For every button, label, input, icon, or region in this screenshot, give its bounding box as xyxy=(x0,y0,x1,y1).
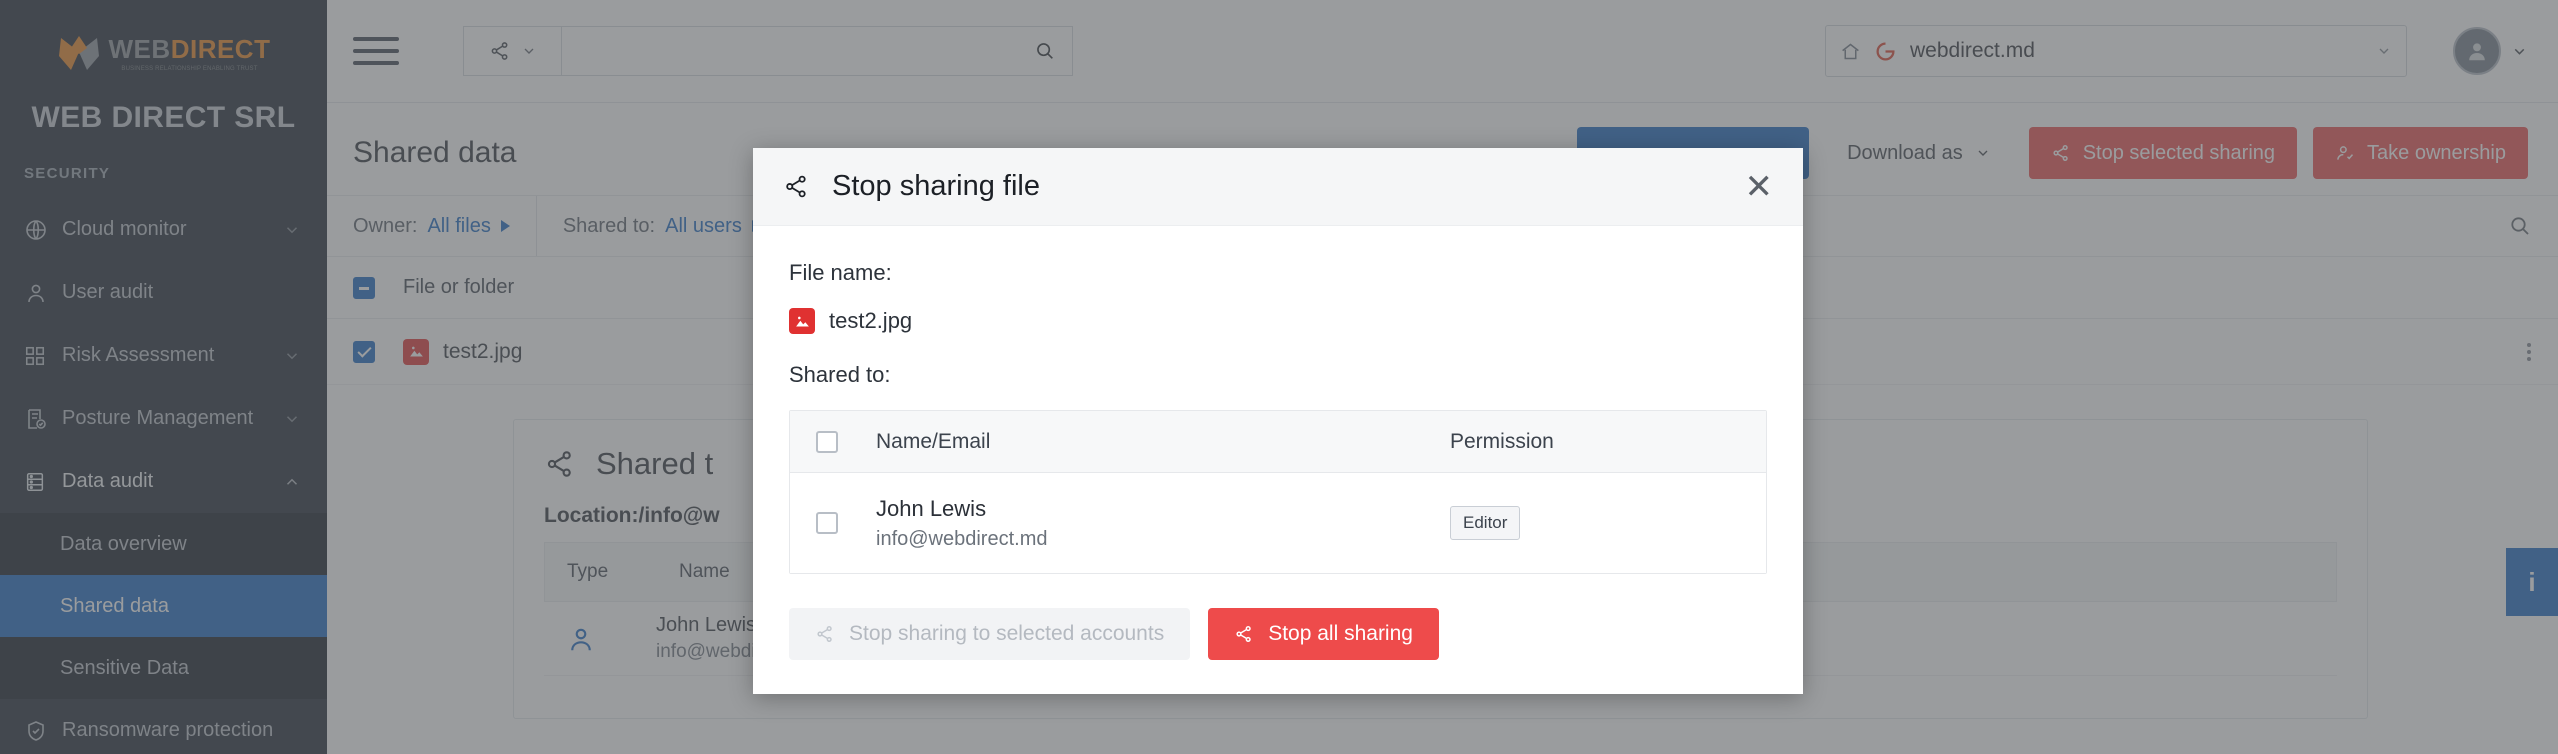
share-icon xyxy=(815,624,835,644)
column-header-permission: Permission xyxy=(1450,429,1554,453)
shared-to-label: Shared to: xyxy=(789,362,891,387)
account-permission-badge[interactable]: Editor xyxy=(1450,506,1521,540)
permissions-table: Name/Email Permission John Lewis info@we… xyxy=(789,410,1767,574)
close-icon[interactable]: ✕ xyxy=(1745,170,1774,204)
file-name-label: File name: xyxy=(789,260,892,285)
stop-sharing-selected-button[interactable]: Stop sharing to selected accounts xyxy=(789,608,1191,660)
share-icon xyxy=(783,173,810,200)
modal-footer: Stop sharing to selected accounts Stop a… xyxy=(753,582,1803,694)
account-email: info@webdirect.md xyxy=(876,527,1048,550)
modal-title: Stop sharing file xyxy=(832,170,1040,202)
stop-sharing-modal: Stop sharing file ✕ File name: test2.jpg… xyxy=(753,148,1803,694)
image-file-icon xyxy=(789,308,815,334)
modal-file-line: test2.jpg xyxy=(789,308,1767,334)
share-icon xyxy=(1234,624,1254,644)
modal-header: Stop sharing file ✕ xyxy=(753,148,1803,226)
column-header-name-email: Name/Email xyxy=(876,429,991,453)
modal-file-name: test2.jpg xyxy=(829,308,913,333)
modal-body: File name: test2.jpg Shared to: Name/Ema… xyxy=(753,226,1803,582)
stop-all-sharing-label: Stop all sharing xyxy=(1268,622,1413,645)
stop-all-sharing-button[interactable]: Stop all sharing xyxy=(1208,608,1439,660)
account-row-checkbox[interactable] xyxy=(816,512,838,534)
account-name: John Lewis xyxy=(876,495,987,521)
stop-sharing-selected-label: Stop sharing to selected accounts xyxy=(849,622,1165,645)
permissions-table-row: John Lewis info@webdirect.md Editor xyxy=(790,473,1766,573)
select-all-accounts-checkbox[interactable] xyxy=(816,430,838,453)
permissions-table-header: Name/Email Permission xyxy=(790,411,1766,473)
